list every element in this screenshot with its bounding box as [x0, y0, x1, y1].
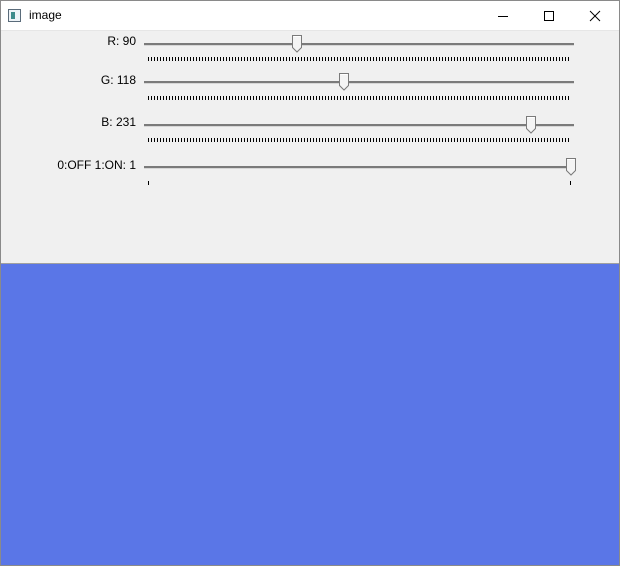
image-window: image R: 90 G: 118 B: 231 0:OFF 1:ON: 1	[0, 0, 620, 566]
trackbar-onoff-tick-start	[148, 181, 149, 185]
title-bar[interactable]: image	[1, 1, 619, 31]
trackbar-r[interactable]	[144, 35, 574, 53]
trackbar-b[interactable]	[144, 116, 574, 134]
window-app-icon	[8, 9, 21, 22]
trackbar-label-b: B: 231	[101, 115, 136, 129]
color-display	[1, 263, 619, 565]
minimize-button[interactable]	[480, 1, 526, 30]
close-icon	[589, 10, 601, 21]
trackbar-onoff[interactable]	[144, 158, 576, 176]
trackbar-g-ticks	[148, 96, 571, 100]
trackbar-label-onoff: 0:OFF 1:ON: 1	[57, 158, 136, 172]
trackbar-g[interactable]	[144, 73, 574, 91]
maximize-icon	[544, 10, 554, 21]
thumb-shape	[526, 116, 537, 134]
trackbar-label-g: G: 118	[100, 73, 136, 87]
thumb-shape	[338, 73, 349, 91]
maximize-button[interactable]	[526, 1, 572, 30]
close-button[interactable]	[572, 1, 618, 30]
minimize-icon	[498, 15, 508, 17]
trackbar-r-ticks	[148, 57, 571, 61]
trackbar-label-r: R: 90	[107, 34, 136, 48]
trackbar-onoff-tick-end	[570, 181, 571, 185]
window-title: image	[29, 8, 62, 22]
trackbar-panel: R: 90 G: 118 B: 231 0:OFF 1:ON: 1	[1, 31, 619, 262]
thumb-shape	[566, 158, 576, 176]
trackbar-b-ticks	[148, 138, 571, 142]
thumb-shape	[292, 35, 303, 53]
